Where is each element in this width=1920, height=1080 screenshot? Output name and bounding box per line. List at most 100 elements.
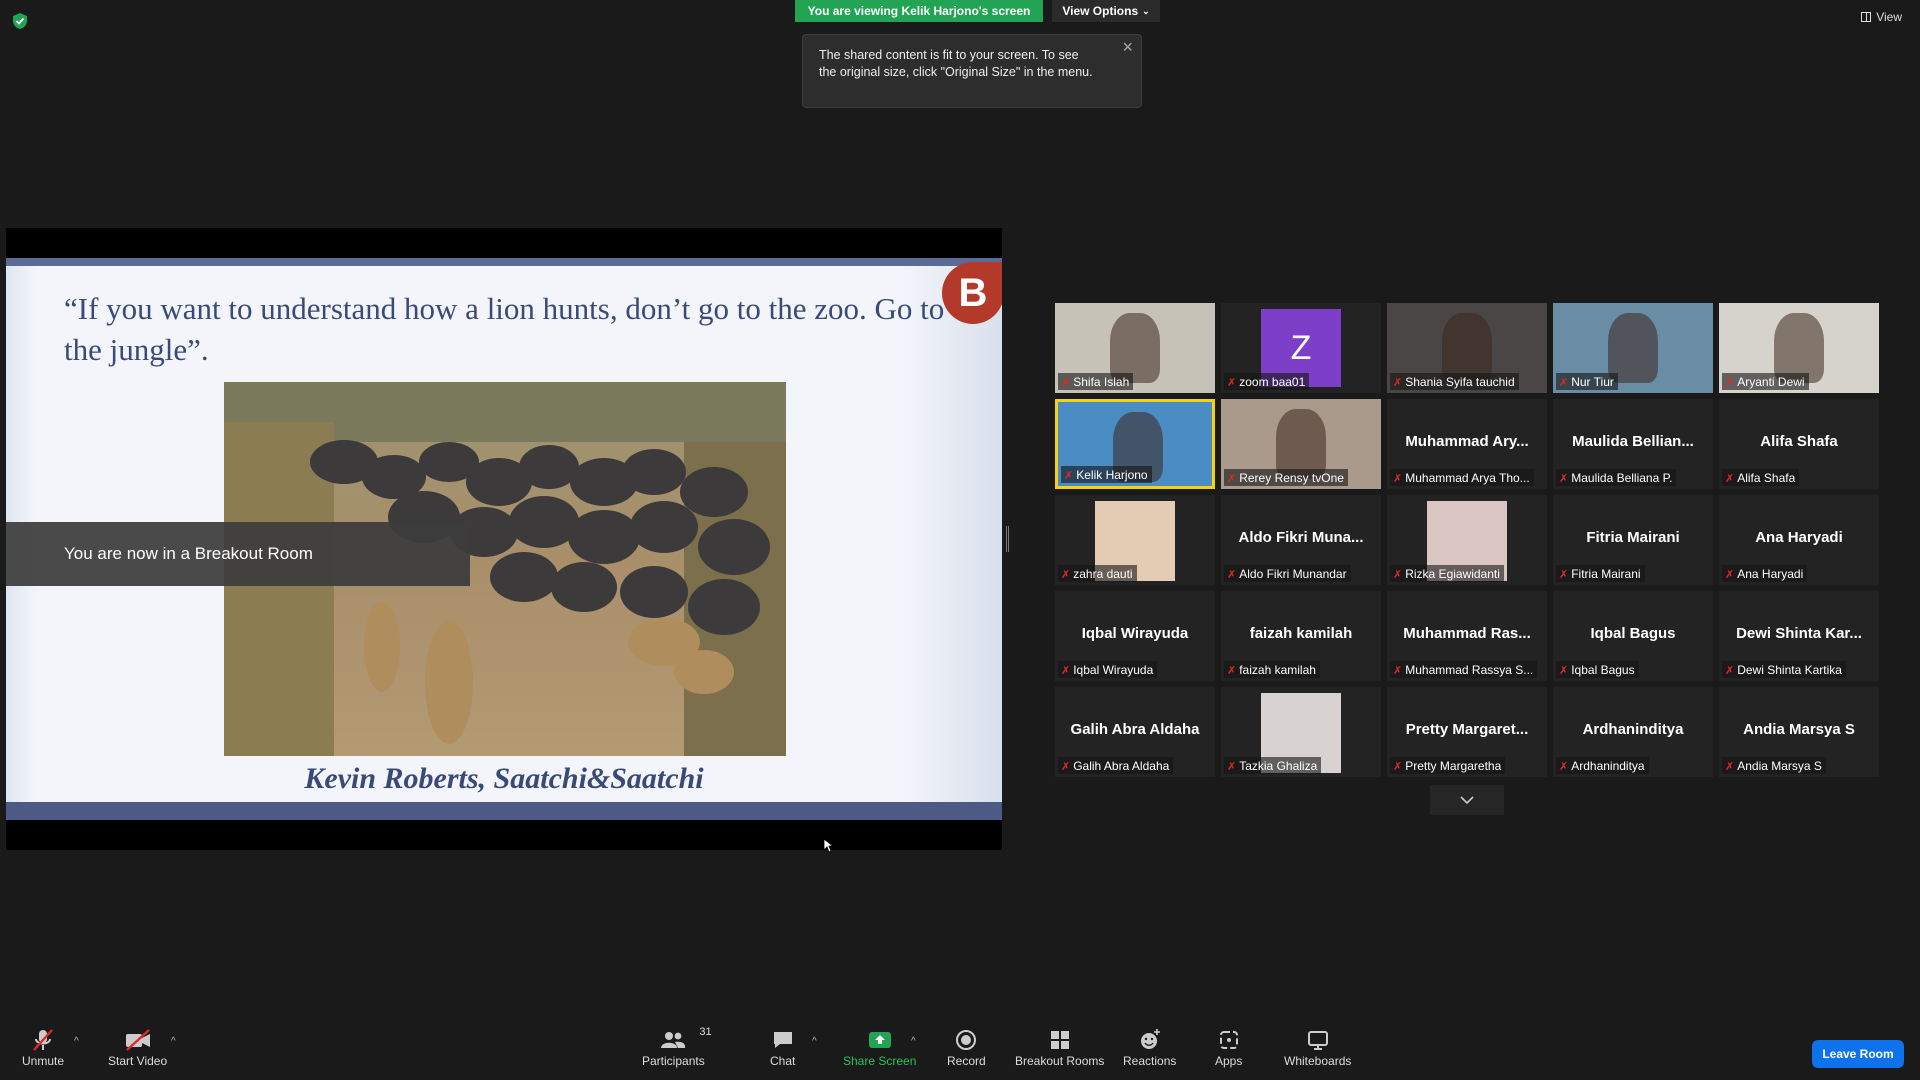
participants-button[interactable]: 31 Participants [642, 1026, 712, 1068]
participant-tile[interactable]: Aldo Fikri Muna... ✗ Aldo Fikri Munandar [1221, 495, 1381, 585]
apps-button[interactable]: Apps [1215, 1026, 1242, 1068]
participant-name-label: ✗ faizah kamilah [1224, 661, 1320, 678]
video-options-caret[interactable]: ^ [171, 1036, 176, 1047]
slide-logo: B [942, 262, 1002, 324]
participant-display-name: Ardhaninditya [1582, 721, 1684, 738]
participant-tile[interactable]: Dewi Shinta Kar... ✗ Dewi Shinta Kartika [1719, 591, 1879, 681]
participant-name: zahra dauti [1073, 567, 1133, 581]
chat-button[interactable]: Chat [770, 1026, 795, 1068]
participant-name: Muhammad Rassya S... [1405, 663, 1534, 677]
audio-options-caret[interactable]: ^ [74, 1036, 79, 1047]
encryption-shield-icon[interactable] [12, 12, 28, 30]
participant-tile[interactable]: ✗ Aryanti Dewi [1719, 303, 1879, 393]
participant-name: Nur Tiur [1571, 375, 1614, 389]
meeting-toolbar: Unmute ^ Start Video ^ 31 Participants C… [0, 1016, 1920, 1080]
participant-tile[interactable]: ✗ zahra dauti [1055, 495, 1215, 585]
participant-display-name: Muhammad Ras... [1403, 625, 1531, 642]
start-video-label: Start Video [108, 1054, 168, 1068]
share-screen-label: Share Screen [843, 1054, 917, 1068]
participant-tile[interactable]: Muhammad Ras... ✗ Muhammad Rassya S... [1387, 591, 1547, 681]
participant-display-name: Muhammad Ary... [1405, 433, 1529, 450]
participant-tile[interactable]: Maulida Bellian... ✗ Maulida Belliana P. [1553, 399, 1713, 489]
participant-display-name: Galih Abra Aldaha [1070, 721, 1200, 738]
slide-bottom-stripe [6, 802, 1002, 820]
chat-options-caret[interactable]: ^ [812, 1036, 817, 1047]
unmute-button[interactable]: Unmute [22, 1026, 64, 1068]
view-options-button[interactable]: View Options ⌄ [1052, 0, 1160, 22]
participant-name: Tazkia Ghaliza [1239, 759, 1318, 773]
participant-tile[interactable]: Alifa Shafa ✗ Alifa Shafa [1719, 399, 1879, 489]
participant-name-label: ✗ Iqbal Bagus [1556, 661, 1639, 678]
view-options-label: View Options [1062, 4, 1139, 18]
participant-tile[interactable]: ✗ Rerey Rensy tvOne [1221, 399, 1381, 489]
close-icon[interactable]: × [1122, 38, 1133, 56]
leave-room-button[interactable]: Leave Room [1812, 1040, 1904, 1068]
whiteboard-icon [1307, 1031, 1328, 1050]
participant-tile[interactable]: ✗ Nur Tiur [1553, 303, 1713, 393]
record-button[interactable]: Record [947, 1026, 986, 1068]
microphone-muted-icon: ✗ [1061, 760, 1071, 773]
microphone-muted-icon: ✗ [1725, 664, 1735, 677]
participant-tile[interactable]: Fitria Mairani ✗ Fitria Mairani [1553, 495, 1713, 585]
participant-tile[interactable]: ✗ Kelik Harjono [1055, 399, 1215, 489]
participant-tile[interactable]: ✗ Shania Syifa tauchid [1387, 303, 1547, 393]
video-off-icon [125, 1029, 150, 1051]
chat-icon [773, 1032, 792, 1048]
participant-name-label: ✗ Nur Tiur [1556, 373, 1618, 390]
record-label: Record [947, 1054, 986, 1068]
share-screen-button[interactable]: Share Screen [843, 1026, 916, 1068]
whiteboards-button[interactable]: Whiteboards [1284, 1026, 1351, 1068]
microphone-muted-icon: ✗ [1227, 568, 1237, 581]
participant-name-label: ✗ Shifa Islah [1058, 373, 1134, 390]
participant-name-label: ✗ Ardhaninditya [1556, 757, 1649, 774]
reactions-label: Reactions [1123, 1054, 1177, 1068]
participant-name: Iqbal Bagus [1571, 663, 1635, 677]
participant-name: Aryanti Dewi [1737, 375, 1805, 389]
share-options-caret[interactable]: ^ [911, 1036, 916, 1047]
participant-tile[interactable]: Pretty Margaret... ✗ Pretty Margaretha [1387, 687, 1547, 777]
participant-tile[interactable]: Ana Haryadi ✗ Ana Haryadi [1719, 495, 1879, 585]
participant-tile[interactable]: Ardhaninditya ✗ Ardhaninditya [1553, 687, 1713, 777]
gallery-next-page-button[interactable] [1430, 785, 1504, 815]
participant-tile[interactable]: ✗ Rizka Egiawidanti [1387, 495, 1547, 585]
participant-tile[interactable]: Galih Abra Aldaha ✗ Galih Abra Aldaha [1055, 687, 1215, 777]
microphone-muted-icon: ✗ [1559, 568, 1569, 581]
viewing-screen-banner: You are viewing Kelik Harjono's screen [795, 0, 1043, 22]
participant-name-label: ✗ Dewi Shinta Kartika [1722, 661, 1846, 678]
microphone-muted-icon: ✗ [1559, 472, 1569, 485]
start-video-button[interactable]: Start Video [108, 1026, 167, 1068]
participant-tile[interactable]: Iqbal Wirayuda ✗ Iqbal Wirayuda [1055, 591, 1215, 681]
participant-display-name: Andia Marsya S [1743, 721, 1855, 738]
microphone-muted-icon: ✗ [1227, 472, 1237, 485]
microphone-muted-icon: ✗ [1393, 568, 1403, 581]
participant-name: Muhammad Arya Tho... [1405, 471, 1530, 485]
participant-name: Rerey Rensy tvOne [1239, 471, 1344, 485]
reactions-button[interactable]: Reactions [1123, 1026, 1176, 1068]
participant-display-name: Alifa Shafa [1760, 433, 1838, 450]
participant-tile[interactable]: Z ✗ zoom baa01 [1221, 303, 1381, 393]
participant-tile[interactable]: Andia Marsya S ✗ Andia Marsya S [1719, 687, 1879, 777]
participant-display-name: Iqbal Wirayuda [1081, 625, 1189, 642]
participant-tile[interactable]: faizah kamilah ✗ faizah kamilah [1221, 591, 1381, 681]
participant-name-label: ✗ Kelik Harjono [1061, 466, 1152, 483]
participant-name-label: ✗ Rizka Egiawidanti [1390, 565, 1504, 582]
microphone-muted-icon: ✗ [1227, 664, 1237, 677]
participant-tile[interactable]: ✗ Shifa Islah [1055, 303, 1215, 393]
participants-icon [661, 1032, 686, 1048]
slide-author: Kevin Roberts, Saatchi&Saatchi [304, 762, 704, 795]
fit-to-screen-tooltip: The shared content is fit to your screen… [802, 34, 1142, 108]
resize-handle[interactable] [1006, 526, 1009, 552]
apps-label: Apps [1215, 1054, 1243, 1068]
view-button[interactable]: View [1861, 10, 1902, 24]
participant-tile[interactable]: Iqbal Bagus ✗ Iqbal Bagus [1553, 591, 1713, 681]
gallery-view-icon [1861, 12, 1872, 22]
record-icon [956, 1030, 977, 1050]
participant-display-name: Pretty Margaret... [1405, 721, 1529, 738]
participant-name-label: ✗ Galih Abra Aldaha [1058, 757, 1174, 774]
breakout-rooms-button[interactable]: Breakout Rooms [1015, 1026, 1104, 1068]
participant-tile[interactable]: Muhammad Ary... ✗ Muhammad Arya Tho... [1387, 399, 1547, 489]
participant-tile[interactable]: ✗ Tazkia Ghaliza [1221, 687, 1381, 777]
microphone-muted-icon: ✗ [1559, 376, 1569, 389]
participant-name: Galih Abra Aldaha [1073, 759, 1170, 773]
microphone-muted-icon: ✗ [1393, 376, 1403, 389]
